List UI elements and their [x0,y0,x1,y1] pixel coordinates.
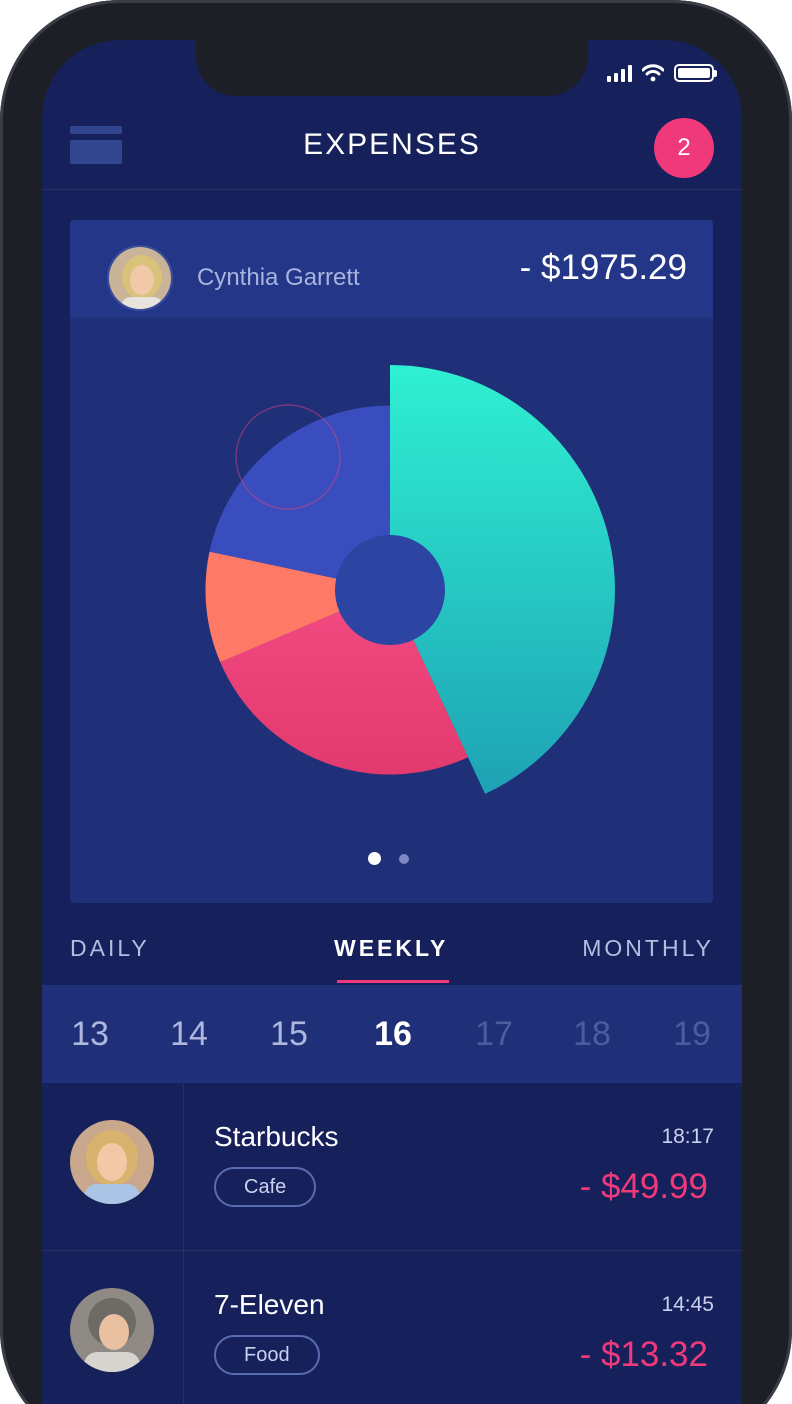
battery-icon [674,64,717,82]
status-bar [607,64,717,82]
active-tab-indicator [337,980,449,983]
day-item[interactable]: 14 [159,1015,219,1054]
phone-notch [196,40,588,96]
user-name: Cynthia Garrett [197,264,360,291]
expense-summary-card: Cynthia Garrett - $1975.29 [70,220,713,903]
page-dot-active[interactable] [368,852,381,865]
app-screen: EXPENSES 2 Cynthia Garrett - $1975.29 DA… [42,40,742,1404]
tab-daily[interactable]: DAILY [70,935,150,962]
day-item[interactable]: 18 [562,1015,622,1054]
merchant-name: 7-Eleven [214,1289,325,1320]
app-header: EXPENSES 2 [42,102,742,190]
transaction-list: Starbucks Cafe 18:17 - $49.99 7-Eleven F… [42,1083,742,1404]
merchant-avatar [70,1288,154,1372]
day-item[interactable]: 15 [259,1015,319,1054]
tab-weekly[interactable]: WEEKLY [334,935,448,962]
user-avatar [107,245,173,311]
transaction-time: 14:45 [661,1293,714,1316]
transaction-amount: - $49.99 [579,1167,708,1206]
transaction-row[interactable]: Starbucks Cafe 18:17 - $49.99 [42,1083,742,1251]
transaction-time: 18:17 [661,1125,714,1148]
period-tabs: DAILY WEEKLY MONTHLY [42,935,742,985]
signal-icon [607,64,632,82]
category-tag[interactable]: Food [214,1335,320,1375]
wifi-icon [642,64,664,82]
day-item-selected[interactable]: 16 [363,1015,423,1054]
category-tag[interactable]: Cafe [214,1167,317,1207]
merchant-avatar [70,1120,154,1204]
transaction-amount: - $13.32 [579,1335,708,1374]
chart-center-hole [335,535,445,645]
expense-pie-chart [205,365,615,794]
day-item[interactable]: 19 [662,1015,722,1054]
total-amount: - $1975.29 [519,248,687,287]
summary-header: Cynthia Garrett - $1975.29 [70,220,713,318]
tab-monthly[interactable]: MONTHLY [582,935,714,962]
day-selector: 13 14 15 16 17 18 19 [42,985,742,1083]
page-title: EXPENSES [303,128,481,161]
page-indicator [368,852,409,865]
page-dot[interactable] [399,853,409,864]
day-item[interactable]: 13 [60,1015,120,1054]
notification-badge[interactable]: 2 [654,118,714,178]
transaction-row[interactable]: 7-Eleven Food 14:45 - $13.32 [42,1251,742,1404]
day-item[interactable]: 17 [464,1015,524,1054]
merchant-name: Starbucks [214,1121,339,1152]
